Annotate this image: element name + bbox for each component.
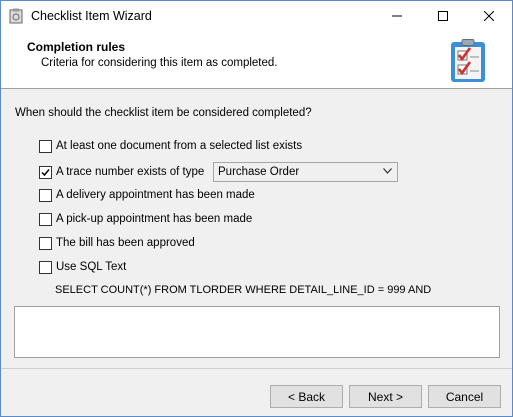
trace-type-dropdown[interactable]: Purchase Order	[213, 162, 398, 182]
wizard-window: Checklist Item Wizard Completion rules C…	[0, 0, 513, 417]
delivery-appointment-label: A delivery appointment has been made	[56, 189, 255, 201]
minimize-button[interactable]	[374, 1, 420, 31]
sql-text-input[interactable]	[14, 306, 500, 358]
bill-approved-label: The bill has been approved	[56, 237, 195, 249]
option-bill-approved[interactable]: The bill has been approved	[39, 235, 195, 251]
maximize-icon	[438, 11, 448, 21]
sql-preview-text: SELECT COUNT(*) FROM TLORDER WHERE DETAI…	[55, 284, 432, 296]
pickup-appointment-checkbox[interactable]	[39, 212, 52, 226]
chevron-down-icon	[383, 168, 392, 174]
page-title: Completion rules	[27, 40, 126, 54]
back-button[interactable]: < Back	[270, 385, 343, 408]
question-label: When should the checklist item be consid…	[15, 107, 312, 119]
checkmark-icon	[41, 168, 50, 176]
minimize-icon	[392, 15, 402, 17]
option-delivery-appointment[interactable]: A delivery appointment has been made	[39, 187, 255, 203]
close-button[interactable]	[466, 1, 512, 31]
trace-number-checkbox[interactable]	[39, 165, 52, 179]
page-subtitle: Criteria for considering this item as co…	[41, 57, 278, 69]
clipboard-app-icon	[9, 8, 23, 24]
document-exists-checkbox[interactable]	[39, 139, 52, 153]
window-title: Checklist Item Wizard	[31, 9, 152, 23]
title-bar: Checklist Item Wizard	[1, 1, 512, 31]
pickup-appointment-label: A pick-up appointment has been made	[56, 213, 253, 225]
option-use-sql[interactable]: Use SQL Text	[39, 259, 126, 275]
trace-type-value: Purchase Order	[218, 166, 300, 178]
option-pickup-appointment[interactable]: A pick-up appointment has been made	[39, 211, 252, 227]
delivery-appointment-checkbox[interactable]	[39, 188, 52, 202]
wizard-header: Completion rules Criteria for considerin…	[1, 31, 512, 89]
close-icon	[484, 11, 494, 21]
option-document-exists[interactable]: At least one document from a selected li…	[39, 138, 302, 154]
next-button[interactable]: Next >	[349, 385, 422, 408]
maximize-button[interactable]	[420, 1, 466, 31]
trace-number-label: A trace number exists of type	[56, 166, 205, 178]
use-sql-checkbox[interactable]	[39, 260, 52, 274]
document-exists-label: At least one document from a selected li…	[56, 140, 303, 152]
footer-divider	[1, 368, 512, 369]
checklist-icon	[451, 39, 485, 82]
cancel-button[interactable]: Cancel	[428, 385, 501, 408]
use-sql-label: Use SQL Text	[56, 261, 127, 273]
bill-approved-checkbox[interactable]	[39, 236, 52, 250]
option-trace-number[interactable]: A trace number exists of type	[39, 164, 204, 180]
